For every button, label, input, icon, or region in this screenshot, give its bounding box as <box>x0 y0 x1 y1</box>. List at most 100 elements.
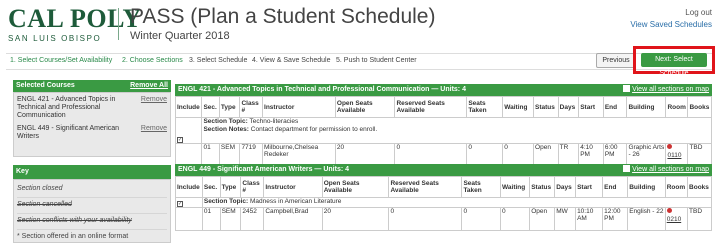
course-panel-engl-449: ENGL 449 - Significant American Writers … <box>175 164 713 231</box>
view-sections-map-link[interactable]: View all sections on map <box>623 164 709 176</box>
cal-poly-logo[interactable]: CAL POLY SAN LUIS OBISPO <box>8 4 142 44</box>
col-header: Building <box>627 176 666 198</box>
selected-course-item: ENGL 449 - Significant American Writers … <box>17 125 167 141</box>
previous-button[interactable]: Previous <box>596 53 636 68</box>
table-header-row: Include Sec. Type Class # Instructor Ope… <box>175 176 712 198</box>
cell-room[interactable]: 0210 <box>664 207 689 231</box>
term-label: Winter Quarter 2018 <box>130 30 230 42</box>
cell-books[interactable]: TBD <box>687 207 712 231</box>
cell-instructor: Campbell,Brad <box>263 207 323 231</box>
view-saved-schedules-link[interactable]: View Saved Schedules <box>630 20 712 29</box>
include-checkbox[interactable]: ✓ <box>177 137 183 143</box>
remove-course-link[interactable]: Remove <box>141 96 167 104</box>
app-title: PASS (Plan a Student Schedule) <box>130 5 436 28</box>
room-link[interactable]: 0110 <box>667 152 681 159</box>
selected-courses-header: Selected Courses Remove All <box>13 80 171 92</box>
key-section-cancelled: Section cancelled <box>17 200 167 214</box>
view-sections-map-link[interactable]: View all sections on map <box>623 84 709 96</box>
col-header: Sec. <box>201 96 220 118</box>
include-cell: ✓ <box>174 117 203 144</box>
col-header: Seats Taken <box>461 176 502 198</box>
col-header: Class # <box>239 96 264 118</box>
logout-link[interactable]: Log out <box>685 8 712 17</box>
topic-label: Section Topic: <box>203 198 249 205</box>
col-header: Waiting <box>500 176 531 198</box>
selected-courses-title: Selected Courses <box>16 82 75 89</box>
col-header: Include <box>174 96 203 118</box>
section-notes-row: ✓ Section Topic: Madness in American Lit… <box>175 197 713 208</box>
col-header: Include <box>175 176 203 198</box>
selected-courses-list: ENGL 421 - Advanced Topics in Technical … <box>13 92 171 157</box>
sidebar: Selected Courses Remove All ENGL 421 - A… <box>13 80 171 243</box>
selected-course-item: ENGL 421 - Advanced Topics in Technical … <box>17 96 167 120</box>
course-title: ENGL 449 - Significant American Writers … <box>178 166 350 173</box>
map-icon <box>623 85 631 92</box>
col-header: Status <box>533 96 559 118</box>
col-header: Instructor <box>263 176 323 198</box>
table-row[interactable]: 01 SEM 2452 Campbell,Brad 20 0 0 0 Open … <box>175 207 712 231</box>
notes-value: Contact department for permission to enr… <box>250 126 378 133</box>
col-header: Sec. <box>201 176 221 198</box>
col-header: Status <box>529 176 556 198</box>
remove-course-link[interactable]: Remove <box>141 125 167 133</box>
logo-subtitle: SAN LUIS OBISPO <box>8 34 102 43</box>
col-header: Waiting <box>502 96 535 118</box>
cell-sec: 01 <box>201 207 221 231</box>
col-header: Books <box>687 96 712 118</box>
step-view-save: 4. View & Save Schedule <box>252 57 331 64</box>
logo-wordmark: CAL POLY <box>8 4 142 33</box>
col-header: Building <box>626 96 667 118</box>
col-header: Open Seats Available <box>334 96 396 118</box>
selected-course-name: ENGL 421 - Advanced Topics in Technical … <box>17 96 116 119</box>
step-choose-sections[interactable]: 2. Choose Sections <box>122 57 183 64</box>
cell-days: MW <box>554 207 577 231</box>
cell-seats-taken: 0 <box>461 207 502 231</box>
sections-table: Include Sec. Type Class # Instructor Ope… <box>175 176 713 231</box>
map-pin-icon <box>666 208 672 213</box>
section-notes: Section Topic: Madness in American Liter… <box>201 197 713 208</box>
col-header: Instructor <box>262 96 336 118</box>
col-header: Start <box>575 176 604 198</box>
key-list: Section closed Section cancelled Section… <box>13 179 171 243</box>
next-select-schedule-button[interactable]: Next: Select Schedule <box>641 53 707 77</box>
room-link[interactable]: 0210 <box>667 216 681 223</box>
topic-value: Techno-literacies <box>249 118 299 125</box>
cell-open-seats: 20 <box>321 207 390 231</box>
include-cell <box>175 207 203 231</box>
remove-all-link[interactable]: Remove All <box>130 80 168 92</box>
map-pin-icon <box>667 144 673 149</box>
cell-end: 12:00 PM <box>602 207 629 231</box>
course-header: ENGL 421 - Advanced Topics in Technical … <box>175 84 712 96</box>
key-section-conflicts: Section conflicts with your availability <box>17 216 167 230</box>
course-panel-engl-421: ENGL 421 - Advanced Topics in Technical … <box>174 84 712 167</box>
sections-table: Include Sec. Type Class # Instructor Ope… <box>174 96 712 167</box>
cell-status: Open <box>529 207 556 231</box>
topic-line: Section Topic: Techno-literacies <box>203 118 710 126</box>
col-header: Books <box>687 176 712 198</box>
view-sections-map-label: View all sections on map <box>632 86 709 93</box>
col-header: Seats Taken <box>466 96 504 118</box>
include-cell: ✓ <box>175 197 203 208</box>
notes-line: Section Notes: Contact department for pe… <box>203 126 710 134</box>
cell-start: 10:10 AM <box>575 207 604 231</box>
selected-course-name: ENGL 449 - Significant American Writers <box>17 125 120 140</box>
view-sections-map-label: View all sections on map <box>632 166 709 173</box>
cell-reserved-seats: 0 <box>388 207 463 231</box>
col-header: Open Seats Available <box>321 176 390 198</box>
col-header: Reserved Seats Available <box>394 96 468 118</box>
step-select-courses[interactable]: 1. Select Courses/Set Availability <box>10 57 112 64</box>
cell-class: 2452 <box>240 207 265 231</box>
cell-type: SEM <box>219 207 242 231</box>
step-select-schedule: 3. Select Schedule <box>189 57 248 64</box>
header-divider <box>118 8 119 40</box>
col-header: Type <box>219 176 242 198</box>
topic-label: Section Topic: <box>203 118 248 125</box>
topic-line: Section Topic: Madness in American Liter… <box>204 198 710 206</box>
course-title: ENGL 421 - Advanced Topics in Technical … <box>178 86 466 93</box>
notes-label: Section Notes: <box>203 126 249 133</box>
section-notes-row: ✓ Section Topic: Techno-literacies Secti… <box>174 117 712 144</box>
include-checkbox[interactable]: ✓ <box>177 201 183 207</box>
step-push-student-center: 5. Push to Student Center <box>336 57 417 64</box>
map-icon <box>623 165 631 172</box>
col-header: Start <box>578 96 604 118</box>
